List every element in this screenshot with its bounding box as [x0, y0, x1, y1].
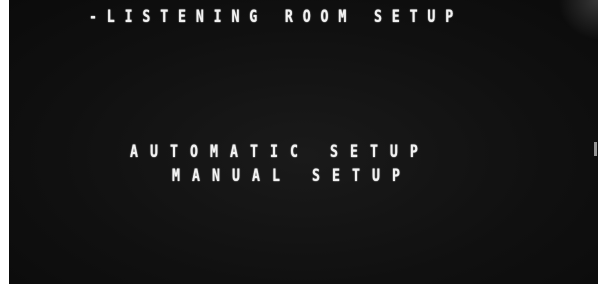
edge-cursor-mark: [594, 142, 597, 156]
screen-glare: [558, 0, 598, 40]
menu-item-automatic-setup[interactable]: AUTOMATIC SETUP: [130, 142, 430, 162]
screen-title: -LISTENING ROOM SETUP: [89, 7, 464, 27]
menu-item-manual-setup[interactable]: MANUAL SETUP: [172, 166, 412, 186]
osd-screen: -LISTENING ROOM SETUP AUTOMATIC SETUP MA…: [9, 0, 598, 284]
